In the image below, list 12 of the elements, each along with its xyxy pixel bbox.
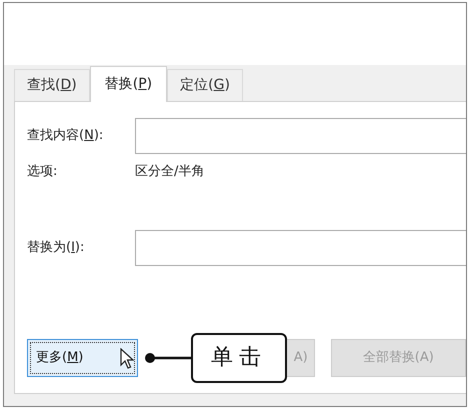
mouse-pointer-icon: [120, 348, 134, 370]
find-input-field[interactable]: [135, 118, 466, 154]
tab[interactable]: 查找(D): [14, 69, 90, 101]
find-label: 查找内容(N):: [27, 127, 104, 146]
callout-label: 单击: [191, 332, 287, 382]
options-value: 区分全/半角: [135, 163, 204, 181]
dialog-button[interactable]: 更多(M): [27, 338, 138, 376]
replace-input-field[interactable]: [135, 230, 466, 266]
tab[interactable]: 定位(G): [167, 69, 243, 101]
replace-label: 替换为(I):: [27, 238, 86, 257]
tab[interactable]: 替换(P): [90, 66, 168, 102]
options-label: 选项:: [27, 163, 58, 181]
